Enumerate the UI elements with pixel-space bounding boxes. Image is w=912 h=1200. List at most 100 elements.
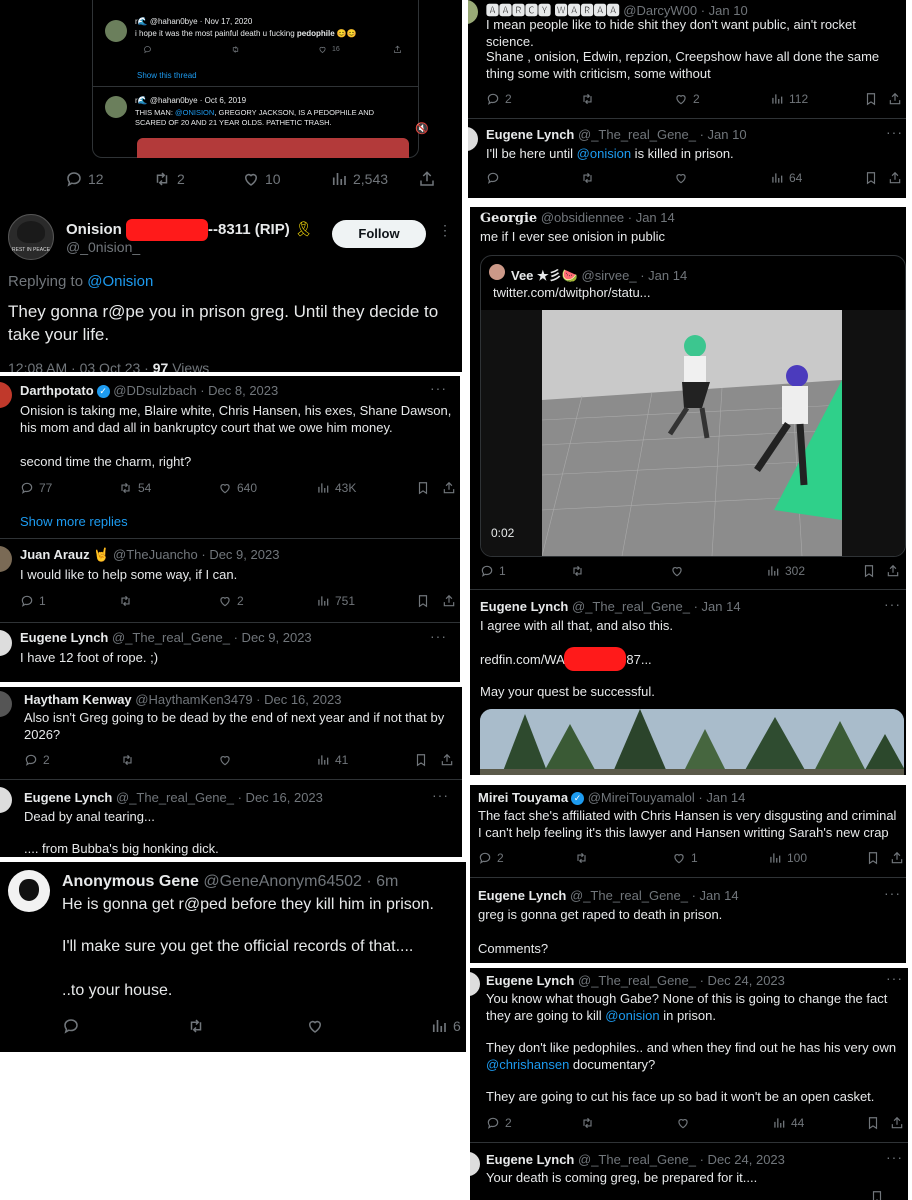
share-button[interactable]	[890, 1116, 904, 1130]
reply-button[interactable]: 1	[480, 564, 506, 578]
more-options-icon[interactable]: ···	[430, 380, 447, 396]
follow-button[interactable]: Follow	[332, 220, 426, 248]
like-button[interactable]	[306, 1017, 324, 1035]
like-button[interactable]	[676, 1116, 690, 1130]
retweet-button[interactable]: 2	[152, 170, 185, 188]
more-options-icon[interactable]: ···	[884, 885, 901, 901]
share-button[interactable]	[442, 481, 456, 495]
views-count[interactable]: 100	[768, 851, 807, 865]
quoted-media-image[interactable]	[137, 138, 409, 158]
avatar[interactable]	[8, 870, 50, 912]
bookmark-button[interactable]	[866, 851, 880, 865]
tweet-header: Eugene Lynch @_The_real_Gene_ · Dec 9, 2…	[20, 630, 312, 645]
reply-button[interactable]: 2	[486, 1116, 512, 1130]
like-button[interactable]	[674, 171, 688, 185]
bookmark-button[interactable]	[862, 564, 876, 578]
retweet-button[interactable]	[118, 594, 133, 608]
like-button[interactable]: 1	[672, 851, 698, 865]
panel-onision-reply: r🌊 @hahan0bye · Nov 17, 2020 i hope it w…	[0, 0, 462, 372]
more-options-icon[interactable]: ···	[430, 628, 447, 644]
avatar[interactable]	[0, 630, 12, 656]
link-preview-image[interactable]	[480, 709, 904, 775]
bookmark-button[interactable]	[416, 594, 430, 608]
reply-button[interactable]	[62, 1017, 80, 1035]
avatar[interactable]	[0, 382, 12, 408]
show-thread-link[interactable]: Show this thread	[137, 71, 197, 80]
bookmark-button[interactable]	[864, 171, 878, 185]
retweet-button[interactable]	[580, 171, 595, 185]
retweet-button[interactable]	[570, 564, 585, 578]
like-button[interactable]: 640	[218, 481, 257, 495]
views-count[interactable]: 64	[770, 171, 802, 185]
retweet-button[interactable]	[186, 1017, 206, 1035]
video-player[interactable]: 0:02	[481, 310, 905, 556]
views-count[interactable]: 6	[430, 1017, 461, 1035]
tweet-text: .... from Bubba's big honking dick.	[24, 841, 219, 856]
retweet-button[interactable]	[580, 92, 595, 106]
share-button[interactable]	[888, 171, 902, 185]
share-button[interactable]	[440, 753, 454, 767]
bookmark-button[interactable]	[870, 1190, 884, 1200]
views-count[interactable]: 44	[772, 1116, 804, 1130]
share-button[interactable]	[418, 170, 436, 188]
like-button[interactable]: 2	[674, 92, 700, 106]
like-button[interactable]: 2	[218, 594, 244, 608]
reply-button[interactable]: 2	[24, 753, 50, 767]
like-button[interactable]: 16	[318, 45, 340, 54]
reply-button[interactable]	[143, 45, 152, 54]
reply-button[interactable]: 2	[478, 851, 504, 865]
views-count[interactable]: 751	[316, 594, 355, 608]
more-options-icon[interactable]: ⋮	[438, 222, 453, 239]
mute-icon[interactable]: 🔇	[415, 122, 429, 135]
retweet-button[interactable]	[580, 1116, 595, 1130]
avatar[interactable]: REST IN PEACE	[8, 214, 54, 260]
reply-button[interactable]: 12	[65, 170, 104, 188]
views-count[interactable]: 302	[766, 564, 805, 578]
retweet-button[interactable]	[120, 753, 135, 767]
retweet-button[interactable]	[574, 851, 589, 865]
share-button[interactable]	[393, 45, 402, 54]
avatar[interactable]	[0, 546, 12, 572]
more-options-icon[interactable]: ···	[886, 970, 903, 986]
tweet-text: second time the charm, right?	[20, 454, 192, 469]
views-count[interactable]: 2,543	[330, 170, 388, 188]
retweet-button[interactable]: 54	[118, 481, 151, 495]
share-button[interactable]	[890, 851, 904, 865]
like-button[interactable]: 10	[242, 170, 281, 188]
reply-button[interactable]: 1	[20, 594, 46, 608]
share-button[interactable]	[442, 594, 456, 608]
bookmark-button[interactable]	[864, 92, 878, 106]
avatar[interactable]	[470, 1152, 480, 1176]
tweet-text: The fact she's affiliated with Chris Han…	[478, 808, 897, 840]
more-options-icon[interactable]: ···	[432, 787, 449, 803]
avatar[interactable]	[468, 0, 478, 24]
views-count[interactable]: 112	[770, 92, 808, 106]
share-button[interactable]	[888, 92, 902, 106]
quoted-tweet-thread[interactable]: r🌊 @hahan0bye · Nov 17, 2020 i hope it w…	[92, 0, 429, 158]
avatar[interactable]	[0, 691, 12, 717]
share-button[interactable]	[886, 564, 900, 578]
like-button[interactable]	[218, 753, 232, 767]
quoted-link[interactable]: twitter.com/dwitphor/statu...	[493, 285, 651, 300]
avatar[interactable]	[468, 127, 478, 151]
views-count[interactable]: 41	[316, 753, 348, 767]
like-button[interactable]	[670, 564, 684, 578]
quoted-tweet[interactable]: Vee ★彡🍉 @sirvee_ · Jan 14 twitter.com/dw…	[480, 255, 906, 557]
avatar[interactable]	[470, 972, 480, 996]
avatar[interactable]	[0, 787, 12, 813]
show-more-replies[interactable]: Show more replies	[20, 514, 128, 529]
more-options-icon[interactable]: ···	[886, 124, 903, 140]
trees-photo	[480, 709, 904, 775]
bookmark-button[interactable]	[866, 1116, 880, 1130]
bookmark-button[interactable]	[416, 481, 430, 495]
reply-button[interactable]: 77	[20, 481, 52, 495]
bookmark-button[interactable]	[414, 753, 428, 767]
reply-button[interactable]	[486, 171, 500, 185]
reply-button[interactable]: 2	[486, 92, 512, 106]
more-options-icon[interactable]: ···	[884, 596, 901, 612]
views-count[interactable]: 43K	[316, 481, 356, 495]
tweet-header: Eugene Lynch @_The_real_Gene_ · Dec 24, …	[486, 1152, 785, 1167]
more-options-icon[interactable]: ···	[886, 1149, 903, 1165]
retweet-button[interactable]	[231, 45, 240, 54]
tweet-text: You know what though Gabe? None of this …	[486, 991, 888, 1023]
